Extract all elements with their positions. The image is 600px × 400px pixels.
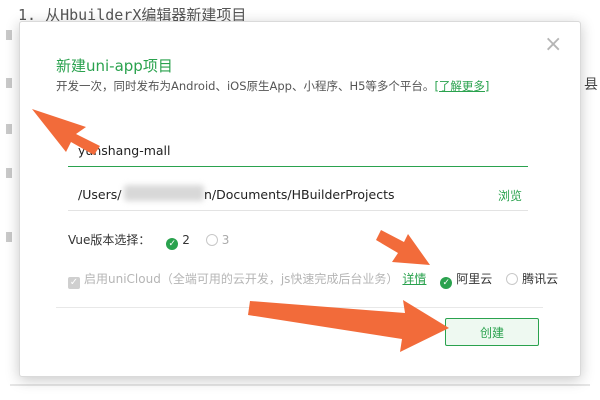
close-icon[interactable]: ×	[544, 34, 562, 56]
vue-option-label: 3	[221, 233, 230, 247]
vue-option-2[interactable]: ✓ 2	[166, 233, 190, 250]
provider-tencent[interactable]: 腾讯云	[506, 270, 558, 287]
text-fragment	[6, 30, 12, 40]
text-fragment	[6, 124, 12, 134]
project-path-suffix: n/Documents/HBuilderProjects	[204, 187, 395, 202]
project-name-value: yunshang-mall	[78, 143, 171, 158]
radio-empty-icon	[506, 273, 519, 285]
dialog-title: 新建uni-app项目	[56, 57, 173, 75]
new-project-dialog: × 新建uni-app项目 开发一次，同时发布为Android、iOS原生App…	[19, 21, 581, 377]
browse-button[interactable]: 浏览	[498, 187, 522, 204]
text-fragment	[6, 78, 12, 88]
radio-empty-icon	[205, 234, 218, 246]
project-name-field[interactable]: yunshang-mall	[68, 136, 528, 167]
unicloud-label: 启用uniCloud（全端可用的云开发，js快速完成后台业务）	[84, 272, 399, 286]
vue-version-row: Vue版本选择： ✓ 2 3	[68, 231, 229, 250]
learn-more-link[interactable]: [了解更多]	[434, 79, 489, 93]
vue-version-label: Vue版本选择：	[68, 233, 151, 247]
provider-label: 腾讯云	[522, 272, 559, 286]
radio-checked-icon: ✓	[166, 238, 179, 250]
text-fragment	[6, 168, 12, 178]
unicloud-checkbox[interactable]: ✓	[68, 277, 80, 289]
project-path-field[interactable]: /Users/ n/Documents/HBuilderProjects 浏览	[68, 180, 528, 211]
provider-label: 阿里云	[456, 272, 493, 286]
unicloud-row: ✓ 启用uniCloud（全端可用的云开发，js快速完成后台业务） 详情 ✓ 阿里云 …	[68, 270, 558, 289]
create-button[interactable]: 创建	[445, 318, 539, 346]
dialog-divider	[56, 307, 543, 308]
vue-option-label: 2	[182, 233, 190, 247]
detail-link[interactable]: 详情	[402, 272, 426, 286]
vue-option-3[interactable]: 3	[205, 233, 230, 247]
project-path-prefix: /Users/	[78, 187, 122, 202]
divider	[10, 384, 590, 386]
provider-aliyun[interactable]: ✓ 阿里云	[440, 270, 492, 289]
text-fragment: 县	[584, 77, 598, 93]
radio-checked-icon: ✓	[440, 277, 453, 289]
blurred-username	[124, 185, 204, 201]
dialog-subtitle: 开发一次，同时发布为Android、iOS原生App、小程序、H5等多个平台。[…	[56, 78, 489, 94]
text-fragment	[6, 232, 12, 242]
subtitle-text: 开发一次，同时发布为Android、iOS原生App、小程序、H5等多个平台。	[56, 79, 435, 93]
